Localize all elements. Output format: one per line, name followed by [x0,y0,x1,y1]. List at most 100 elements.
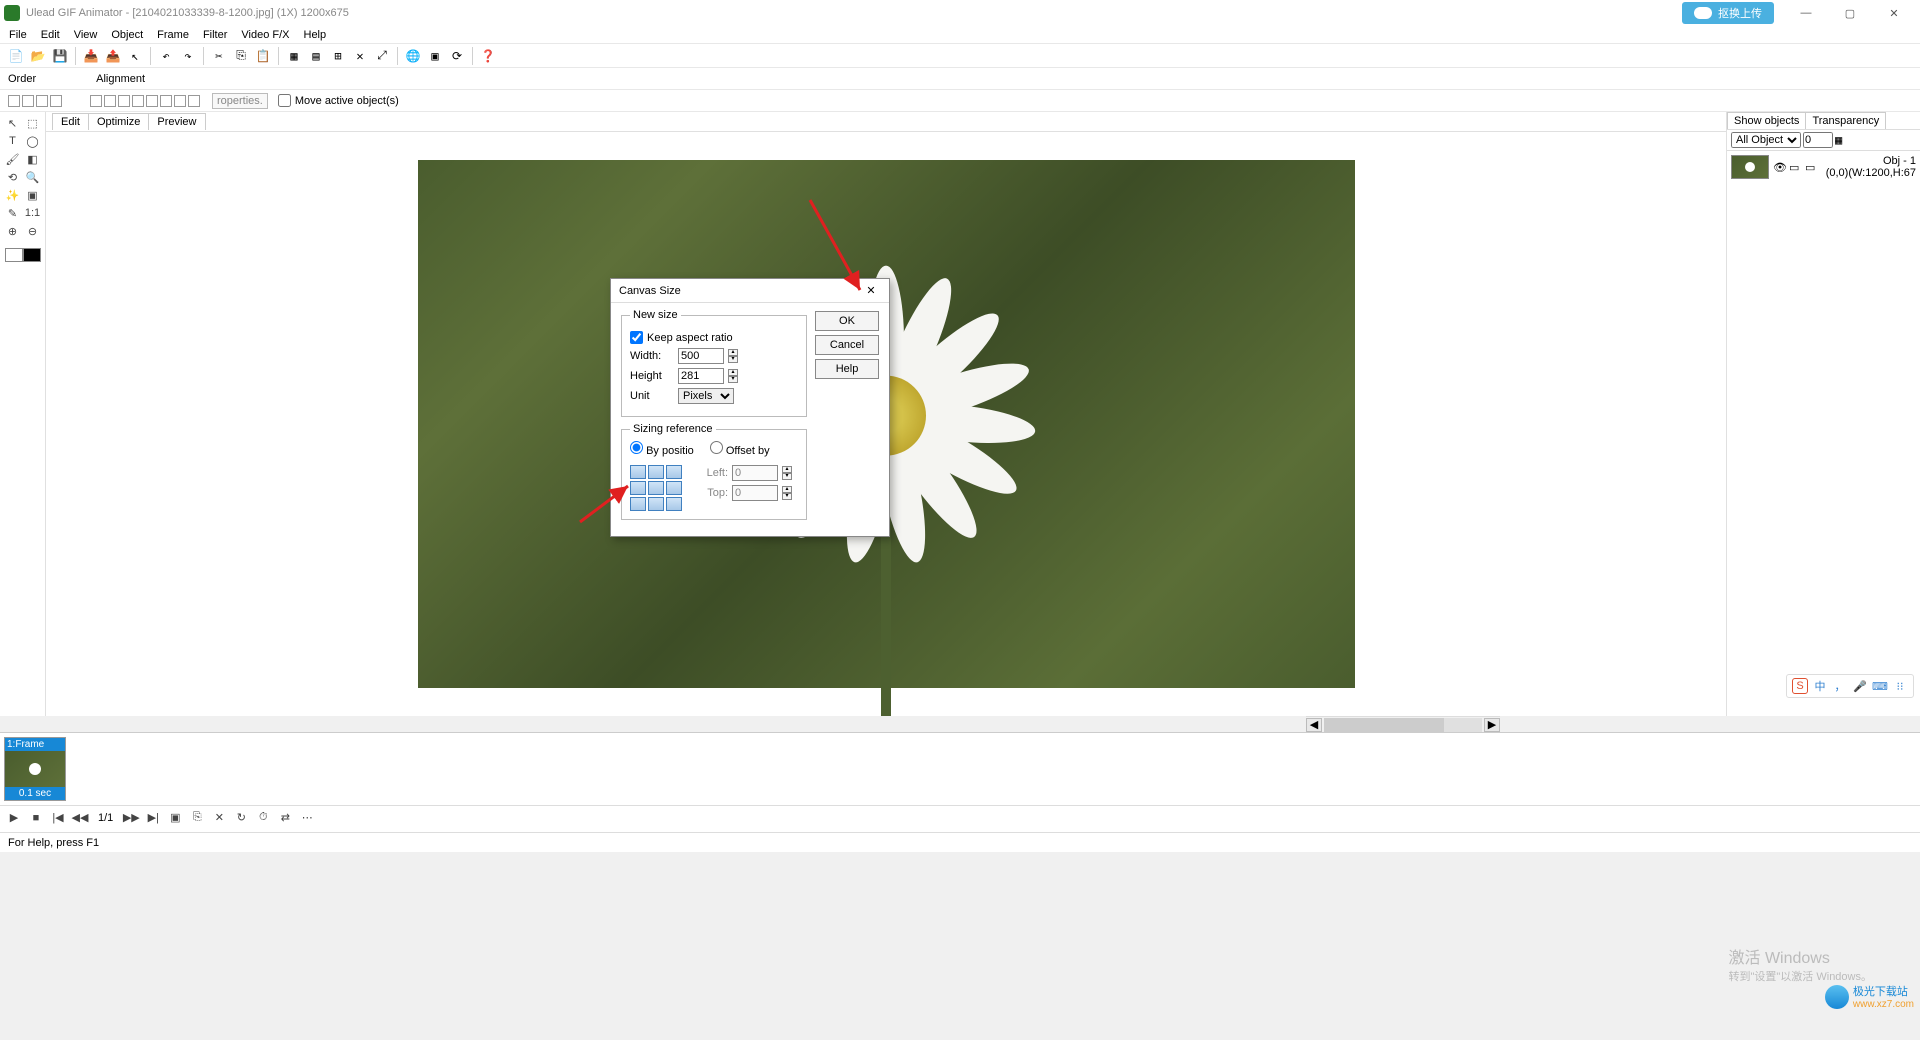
scroll-left-icon[interactable]: ◀ [1306,718,1322,732]
menu-help[interactable]: Help [299,29,332,41]
pos-br[interactable] [666,497,682,511]
move-active-check[interactable] [278,94,291,107]
last-frame-button[interactable]: ▶| [145,810,161,826]
help-icon[interactable]: ❓ [478,46,498,66]
ime-toolbar[interactable]: S 中 ， 🎤 ⌨ ⁝⁝ [1786,674,1914,698]
eraser-tool-icon[interactable]: ◧ [23,150,43,168]
timing-icon[interactable]: ⏱ [255,810,271,826]
link-icon[interactable]: ▭ [1805,161,1817,173]
unit-select[interactable]: Pixels [678,388,734,404]
dup-frame-icon[interactable]: ⎘ [189,810,205,826]
crop-icon[interactable]: ✕ [350,46,370,66]
redo-icon[interactable]: ↷ [178,46,198,66]
zoomin-tool-icon[interactable]: ⊕ [3,222,23,240]
undo-icon[interactable]: ↶ [156,46,176,66]
preview-icon[interactable]: ▣ [425,46,445,66]
menu-file[interactable]: File [4,29,32,41]
move-active-checkbox[interactable]: Move active object(s) [278,94,399,107]
refresh-icon[interactable]: ⟳ [447,46,467,66]
first-frame-button[interactable]: |◀ [50,810,66,826]
copy-icon[interactable]: ⎘ [231,46,251,66]
menu-videofx[interactable]: Video F/X [236,29,294,41]
play-button[interactable]: ▶ [6,810,22,826]
width-input[interactable] [678,348,724,364]
align-center-icon[interactable] [104,95,116,107]
menu-view[interactable]: View [69,29,103,41]
ok-button[interactable]: OK [815,311,879,331]
import-icon[interactable]: 📥 [81,46,101,66]
crop-tool-icon[interactable]: ▣ [23,186,43,204]
offset-by-radio[interactable]: Offset by [710,441,770,457]
frame-1[interactable]: 1:Frame 0.1 sec [4,737,66,801]
pos-bc[interactable] [648,497,664,511]
pos-tr[interactable] [666,465,682,479]
object-row[interactable]: 👁 ▭ ▭ Obj - 1 (0,0)(W:1200,H:67 [1727,151,1920,183]
pos-mc[interactable] [648,481,664,495]
menu-filter[interactable]: Filter [198,29,232,41]
pointer-tool-icon[interactable]: ↖ [3,114,23,132]
cancel-button[interactable]: Cancel [815,335,879,355]
marquee-tool-icon[interactable]: ⬚ [23,114,43,132]
dialog-close-button[interactable]: ✕ [861,281,881,301]
height-spinner[interactable]: ▴▾ [728,369,738,383]
tab-show-objects[interactable]: Show objects [1727,112,1806,129]
ime-keyboard-icon[interactable]: ⌨ [1872,678,1888,694]
maximize-button[interactable]: ▢ [1828,0,1872,26]
properties-button[interactable]: roperties. [212,93,268,109]
grid-icon[interactable]: ▦ [284,46,304,66]
by-position-radio[interactable]: By positio [630,441,694,457]
align-top-icon[interactable] [132,95,144,107]
minimize-button[interactable]: — [1784,0,1828,26]
export-icon[interactable]: 📤 [103,46,123,66]
resize-icon[interactable]: ⤢ [372,46,392,66]
wand-tool-icon[interactable]: ✨ [3,186,23,204]
tab-transparency[interactable]: Transparency [1805,112,1886,129]
shape-tool-icon[interactable]: ◯ [23,132,43,150]
zoomout-tool-icon[interactable]: ⊖ [23,222,43,240]
align-bottom-icon[interactable] [160,95,172,107]
tab-optimize[interactable]: Optimize [88,113,149,130]
upload-button[interactable]: 抠换上传 [1682,2,1774,24]
eyedrop-tool-icon[interactable]: ✎ [3,204,23,222]
eye-icon[interactable]: 👁 [1773,161,1785,173]
keep-aspect-checkbox[interactable] [630,331,643,344]
zoom-tool-icon[interactable]: 🔍 [23,168,43,186]
globe-icon[interactable]: 🌐 [403,46,423,66]
help-button[interactable]: Help [815,359,879,379]
layers-icon[interactable]: ▤ [306,46,326,66]
add-frame-icon[interactable]: ▣ [167,810,183,826]
paste-icon[interactable]: 📋 [253,46,273,66]
del-frame-icon[interactable]: ✕ [211,810,227,826]
order-front-icon[interactable] [8,95,20,107]
background-swatch[interactable] [23,248,41,262]
objects-spin-input[interactable] [1803,132,1833,148]
order-forward-icon[interactable] [22,95,34,107]
ime-menu-icon[interactable]: ⁝⁝ [1892,678,1908,694]
save-icon[interactable]: 💾 [50,46,70,66]
menu-frame[interactable]: Frame [152,29,194,41]
align-dist-v-icon[interactable] [188,95,200,107]
scroll-right-icon[interactable]: ▶ [1484,718,1500,732]
pos-bl[interactable] [630,497,646,511]
more-icon[interactable]: ⋯ [299,810,315,826]
text-tool-icon[interactable]: T [3,132,23,150]
left-spinner[interactable]: ▴▾ [782,466,792,480]
menu-object[interactable]: Object [106,29,148,41]
align-left-icon[interactable] [90,95,102,107]
grid-toggle-icon[interactable]: ▦ [1835,133,1842,147]
position-grid[interactable] [630,465,682,511]
lock-icon[interactable]: ▭ [1789,161,1801,173]
pos-ml[interactable] [630,481,646,495]
new-icon[interactable]: 📄 [6,46,26,66]
top-input[interactable] [732,485,778,501]
loop-icon[interactable]: ↻ [233,810,249,826]
scale-tool-icon[interactable]: 1:1 [23,204,43,222]
align-dist-h-icon[interactable] [174,95,186,107]
objects-filter-select[interactable]: All Object: [1731,132,1801,148]
ime-punct-icon[interactable]: ， [1832,678,1848,694]
width-spinner[interactable]: ▴▾ [728,349,738,363]
align-right-icon[interactable] [118,95,130,107]
pos-mr[interactable] [666,481,682,495]
tab-edit[interactable]: Edit [52,113,89,130]
brush-tool-icon[interactable]: 🖌 [3,150,23,168]
